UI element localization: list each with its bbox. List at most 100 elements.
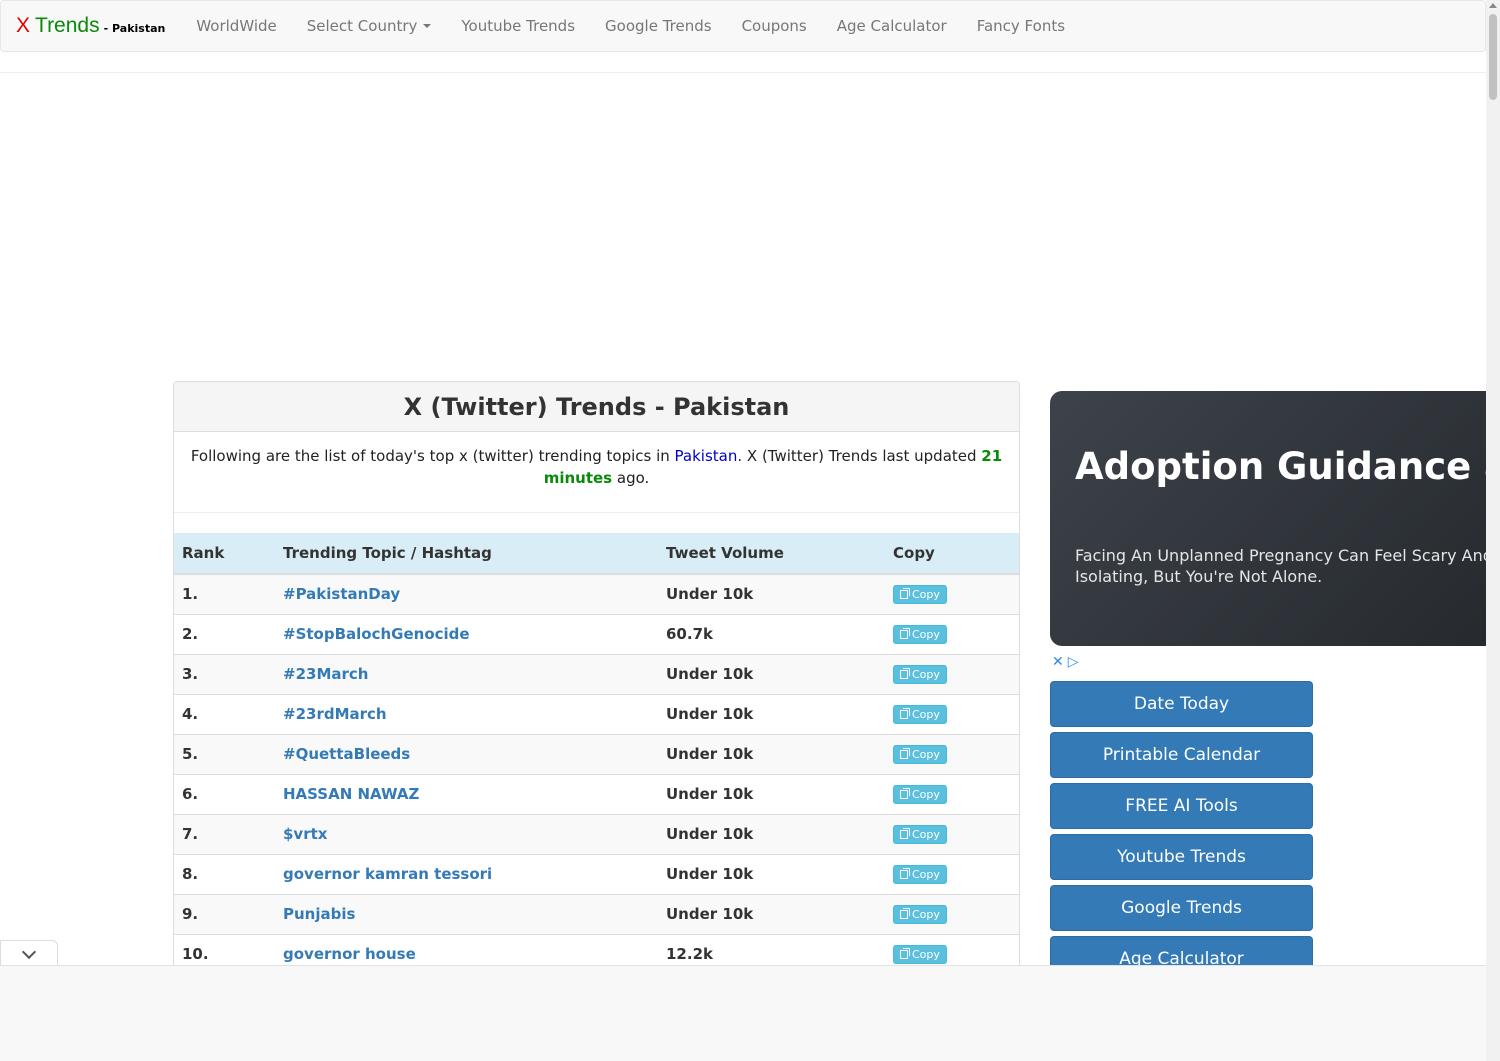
side-button-free-ai-tools[interactable]: FREE AI Tools <box>1050 783 1313 829</box>
table-row: 1. #PakistanDay Under 10k Copy <box>174 573 1019 614</box>
side-button-list: Date Today Printable Calendar FREE AI To… <box>1050 681 1313 965</box>
panel-heading: X (Twitter) Trends - Pakistan <box>174 382 1019 432</box>
copy-icon <box>900 587 910 599</box>
ad-choices: ✕ ▷ <box>1052 654 1079 670</box>
copy-button[interactable]: Copy <box>893 664 947 684</box>
copy-button[interactable]: Copy <box>893 584 947 604</box>
table-row: 2. #StopBalochGenocide 60.7k Copy <box>174 613 1019 654</box>
topic-link[interactable]: #StopBalochGenocide <box>275 613 658 654</box>
header-topic: Trending Topic / Hashtag <box>275 533 658 575</box>
table-body: 1. #PakistanDay Under 10k Copy 2. #StopBaloch… <box>174 573 1019 974</box>
table-row: 4. #23rdMarch Under 10k Copy <box>174 693 1019 734</box>
intro-divider <box>174 512 1019 513</box>
nav-coupons[interactable]: Coupons <box>727 17 822 35</box>
site-brand[interactable]: X Trends - Pakistan <box>1 14 165 38</box>
topic-link[interactable]: governor kamran tessori <box>275 853 658 894</box>
close-icon[interactable]: ✕ <box>1052 654 1064 670</box>
rank-cell: 6. <box>174 773 275 814</box>
topic-link[interactable]: #23March <box>275 653 658 694</box>
rank-cell: 7. <box>174 813 275 854</box>
nav-select-country[interactable]: Select Country <box>292 17 447 35</box>
copy-button[interactable]: Copy <box>893 624 947 644</box>
rank-cell: 9. <box>174 893 275 934</box>
rank-cell: 8. <box>174 853 275 894</box>
copy-icon <box>900 627 910 639</box>
nav-youtube-trends-label: Youtube Trends <box>461 17 576 35</box>
volume-cell: Under 10k <box>658 693 885 734</box>
page-scrollbar[interactable] <box>1486 0 1500 1061</box>
copy-cell: Copy <box>885 733 1019 774</box>
topic-link[interactable]: #23rdMarch <box>275 693 658 734</box>
table-row: 3. #23March Under 10k Copy <box>174 653 1019 694</box>
side-button-youtube-trends[interactable]: Youtube Trends <box>1050 834 1313 880</box>
side-button-google-trends[interactable]: Google Trends <box>1050 885 1313 931</box>
volume-cell: Under 10k <box>658 733 885 774</box>
copy-cell: Copy <box>885 773 1019 814</box>
copy-button-label: Copy <box>912 587 940 601</box>
country-link[interactable]: Pakistan <box>675 447 738 465</box>
table-row: 7. $vrtx Under 10k Copy <box>174 813 1019 854</box>
copy-icon <box>900 707 910 719</box>
copy-button[interactable]: Copy <box>893 744 947 764</box>
brand-country: - Pakistan <box>103 22 166 35</box>
volume-cell: 60.7k <box>658 613 885 654</box>
ad-banner[interactable]: Adoption Guidance and Facing An Unplanne… <box>1050 391 1486 646</box>
copy-button-label: Copy <box>912 707 940 721</box>
rank-cell: 1. <box>174 573 275 614</box>
collapse-ad-button[interactable] <box>0 940 58 967</box>
copy-button[interactable]: Copy <box>893 904 947 924</box>
table-row: 9. Punjabis Under 10k Copy <box>174 893 1019 934</box>
header-volume: Tweet Volume <box>658 533 885 575</box>
nav-google-trends[interactable]: Google Trends <box>590 17 727 35</box>
intro-middle: . X (Twitter) Trends last updated <box>737 447 982 465</box>
copy-cell: Copy <box>885 613 1019 654</box>
copy-button-label: Copy <box>912 867 940 881</box>
copy-button[interactable]: Copy <box>893 864 947 884</box>
scroll-up-arrow-icon[interactable] <box>1489 3 1497 8</box>
volume-cell: Under 10k <box>658 653 885 694</box>
table-header-row: Rank Trending Topic / Hashtag Tweet Volu… <box>174 533 1019 575</box>
copy-button-label: Copy <box>912 627 940 641</box>
rank-cell: 3. <box>174 653 275 694</box>
topic-link[interactable]: #PakistanDay <box>275 573 658 614</box>
brand-trends: Trends <box>35 14 100 37</box>
copy-button[interactable]: Copy <box>893 824 947 844</box>
nav-fancy-fonts[interactable]: Fancy Fonts <box>962 17 1080 35</box>
top-navbar: X Trends - Pakistan WorldWide Select Cou… <box>0 0 1486 52</box>
table-row: 8. governor kamran tessori Under 10k Copy <box>174 853 1019 894</box>
side-button-date-today[interactable]: Date Today <box>1050 681 1313 727</box>
scrollbar-thumb[interactable] <box>1489 14 1497 100</box>
topic-link[interactable]: $vrtx <box>275 813 658 854</box>
copy-icon <box>900 907 910 919</box>
copy-button-label: Copy <box>912 747 940 761</box>
page-title: X (Twitter) Trends - Pakistan <box>403 392 790 421</box>
topic-link[interactable]: Punjabis <box>275 893 658 934</box>
topic-link[interactable]: #QuettaBleeds <box>275 733 658 774</box>
table-row: 5. #QuettaBleeds Under 10k Copy <box>174 733 1019 774</box>
nav-select-country-label: Select Country <box>306 17 418 35</box>
nav-age-calculator-label: Age Calculator <box>836 17 947 35</box>
side-button-age-calculator[interactable]: Age Calculator <box>1050 936 1313 965</box>
nav-worldwide[interactable]: WorldWide <box>181 17 291 35</box>
copy-button[interactable]: Copy <box>893 704 947 724</box>
nav-age-calculator[interactable]: Age Calculator <box>822 17 962 35</box>
intro-after: ago. <box>612 469 650 487</box>
ad-text: Facing An Unplanned Pregnancy Can Feel S… <box>1075 546 1486 586</box>
adchoices-icon[interactable]: ▷ <box>1068 654 1079 670</box>
copy-button[interactable]: Copy <box>893 784 947 804</box>
copy-cell: Copy <box>885 853 1019 894</box>
copy-button[interactable]: Copy <box>893 944 947 964</box>
copy-button-label: Copy <box>912 827 940 841</box>
copy-icon <box>900 827 910 839</box>
copy-icon <box>900 747 910 759</box>
side-button-printable-calendar[interactable]: Printable Calendar <box>1050 732 1313 778</box>
topic-link[interactable]: HASSAN NAWAZ <box>275 773 658 814</box>
intro-text: Following are the list of today's top x … <box>174 432 1019 512</box>
bottom-ad-area <box>0 965 1486 1061</box>
intro-before: Following are the list of today's top x … <box>190 447 675 465</box>
copy-cell: Copy <box>885 813 1019 854</box>
divider <box>0 72 1486 73</box>
copy-icon <box>900 947 910 959</box>
copy-icon <box>900 787 910 799</box>
nav-youtube-trends[interactable]: Youtube Trends <box>446 17 590 35</box>
